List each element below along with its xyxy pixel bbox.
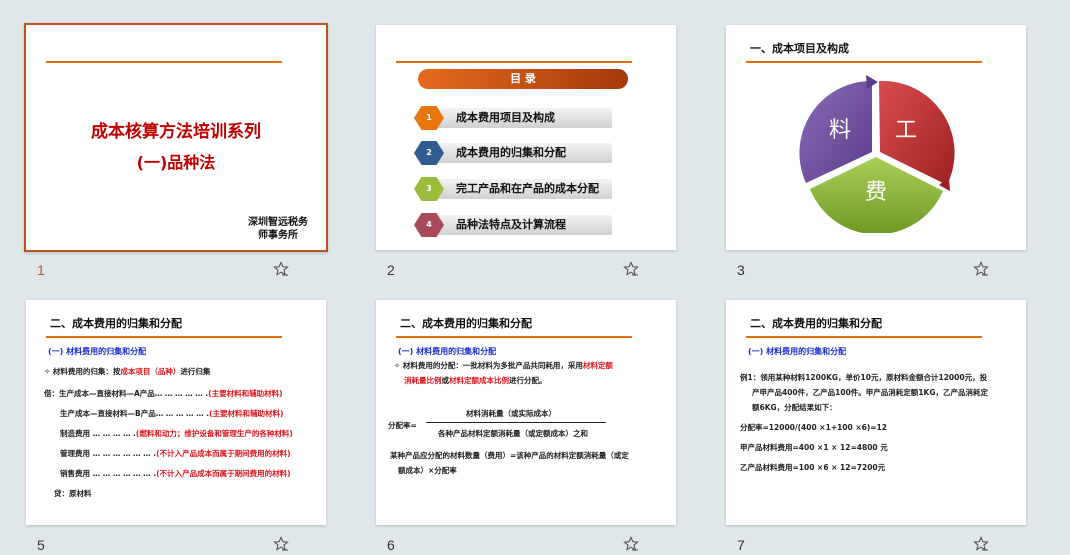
slide-title: 成本核算方法培训系列 xyxy=(91,122,261,142)
body-line: 管理费用 … … … … … … .(不计入产品成本而属于期间费用的材料) xyxy=(60,449,291,458)
formula-denominator: 各种产品材料定额消耗量（或定额成本）之和 xyxy=(438,429,588,438)
body-line: 乙产品材料费用=100 ×6 × 12=7200元 xyxy=(740,463,886,472)
body-line: 产甲产品400件，乙产品100件。甲产品消耗定额1KG，乙产品消耗定 xyxy=(752,388,988,397)
title-rule xyxy=(46,61,282,63)
body-line: 额6KG，分配结果如下： xyxy=(752,403,837,412)
slide-number: 1 xyxy=(37,262,45,278)
fraction-bar xyxy=(426,422,606,423)
toc-item-4[interactable]: 品种法特点及计算流程 xyxy=(434,215,612,235)
slide-number: 2 xyxy=(387,262,395,278)
segment-label-liao: 料 xyxy=(829,118,851,143)
title-rule xyxy=(46,336,282,338)
star-outline-icon[interactable] xyxy=(623,261,639,277)
slide-thumbnail-7[interactable]: 二、成本费用的归集和分配 (一) 材料费用的归集和分配 例1：领用某种材料120… xyxy=(726,300,1026,525)
formula-label: 分配率= xyxy=(388,421,417,430)
star-outline-icon[interactable] xyxy=(973,261,989,277)
slide-title: 一、成本项目及构成 xyxy=(750,42,849,55)
slide-number: 6 xyxy=(387,537,395,553)
toc-item-2[interactable]: 成本费用的归集和分配 xyxy=(434,143,612,163)
body-line: ✧ 材料费用的归集：按成本项目（品种）进行归集 xyxy=(44,367,211,376)
segment-label-fei: 费 xyxy=(865,180,887,205)
slide-thumbnail-2[interactable]: 目 录 成本费用项目及构成 1 成本费用的归集和分配 2 完工产品和在产品的成本… xyxy=(376,25,676,250)
section-subtitle: (一) 材料费用的归集和分配 xyxy=(398,347,497,356)
slide-thumbnail-6[interactable]: 二、成本费用的归集和分配 (一) 材料费用的归集和分配 ✧ 材料费用的分配：一批… xyxy=(376,300,676,525)
slide-thumbnail-5[interactable]: 二、成本费用的归集和分配 (一) 材料费用的归集和分配 ✧ 材料费用的归集：按成… xyxy=(26,300,326,525)
body-line: 贷：原材料 xyxy=(54,489,92,498)
body-line: 制造费用 … … … … .(燃料和动力；维护设备和管理生产的各种材料) xyxy=(60,429,293,438)
segment-label-gong: 工 xyxy=(895,118,917,143)
toc-title-banner: 目 录 xyxy=(418,69,628,89)
star-outline-icon[interactable] xyxy=(273,536,289,552)
body-line: 借：生产成本—直接材料—A产品… … … … … .(主要材料和辅助材料) xyxy=(44,389,283,398)
star-outline-icon[interactable] xyxy=(623,536,639,552)
body-line: 额成本）×分配率 xyxy=(398,466,457,475)
body-line: 例1：领用某种材料1200KG，单价10元，原材料金额合计12000元，投 xyxy=(740,373,988,382)
body-line: 甲产品材料费用=400 ×1 × 12=4800 元 xyxy=(740,443,888,452)
body-line: 销售费用 … … … … … … .(不计入产品成本而属于期间费用的材料) xyxy=(60,469,291,478)
body-line: 分配率=12000/(400 ×1+100 ×6)=12 xyxy=(740,423,888,432)
slide-title: 二、成本费用的归集和分配 xyxy=(400,317,532,330)
title-rule xyxy=(396,61,632,63)
slide-thumbnail-3[interactable]: 一、成本项目及构成 料 工 费 xyxy=(726,25,1026,250)
cycle-diagram: 料 工 费 xyxy=(799,75,955,233)
body-line: 生产成本—直接材料—B产品… … … … … .(主要材料和辅助材料) xyxy=(60,409,284,418)
formula-numerator: 材料消耗量（或实际成本） xyxy=(466,409,556,418)
body-line: 某种产品应分配的材料数量（费用）=该种产品的材料定额消耗量（或定 xyxy=(390,451,629,460)
toc-item-3[interactable]: 完工产品和在产品的成本分配 xyxy=(434,179,612,199)
star-outline-icon[interactable] xyxy=(273,261,289,277)
slide-number: 3 xyxy=(737,262,745,278)
org-name: 深圳智远税务 师事务所 xyxy=(248,217,308,241)
body-line: ✧ 材料费用的分配：一批材料为多批产品共同耗用，采用材料定额 xyxy=(394,361,613,370)
title-rule xyxy=(746,336,982,338)
slide-title: 二、成本费用的归集和分配 xyxy=(50,317,182,330)
title-rule xyxy=(746,61,982,63)
slide-number: 5 xyxy=(37,537,45,553)
body-line: 消耗量比例或材料定额成本比例进行分配。 xyxy=(404,376,547,385)
slide-title: 二、成本费用的归集和分配 xyxy=(750,317,882,330)
slide-thumbnail-1[interactable]: 成本核算方法培训系列 (一)品种法 深圳智远税务 师事务所 xyxy=(24,23,328,252)
section-subtitle: (一) 材料费用的归集和分配 xyxy=(48,347,147,356)
slide-subtitle: (一)品种法 xyxy=(136,153,216,172)
star-outline-icon[interactable] xyxy=(973,536,989,552)
slide-number: 7 xyxy=(737,537,745,553)
title-rule xyxy=(396,336,632,338)
section-subtitle: (一) 材料费用的归集和分配 xyxy=(748,347,847,356)
toc-item-1[interactable]: 成本费用项目及构成 xyxy=(434,108,612,128)
